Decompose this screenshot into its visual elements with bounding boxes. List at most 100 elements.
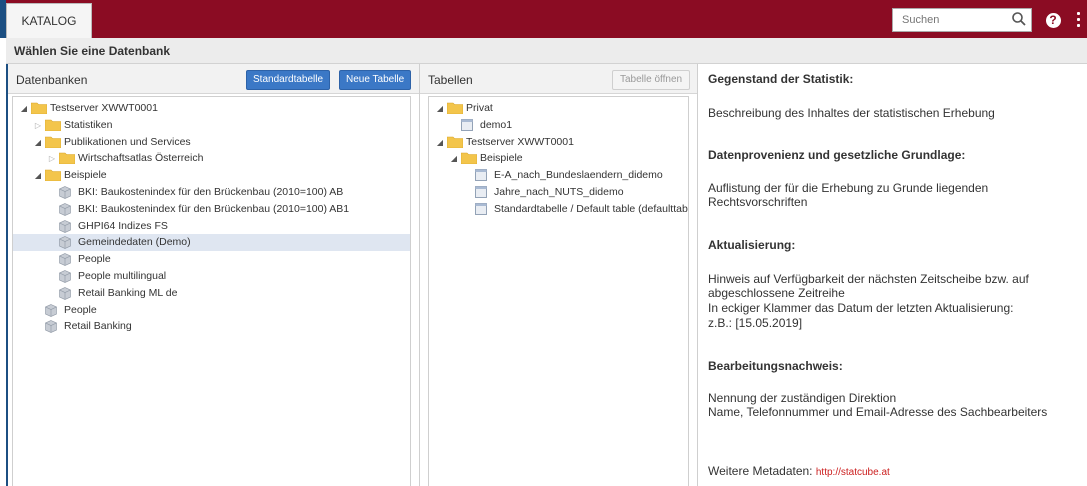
menu-dots-icon[interactable] bbox=[1077, 12, 1081, 28]
tree-item[interactable]: ◢ Testserver XWWT0001 bbox=[429, 134, 688, 151]
tree-item-label: People multilingual bbox=[78, 270, 167, 282]
search-icon[interactable] bbox=[1011, 11, 1027, 27]
tree-item[interactable]: Gemeindedaten (Demo) bbox=[13, 234, 410, 252]
tree-item-label: Jahre_nach_NUTS_didemo bbox=[494, 186, 624, 198]
new-table-button[interactable]: Neue Tabelle bbox=[339, 70, 412, 90]
folder-icon bbox=[58, 152, 76, 167]
tree-item-label: Wirtschaftsatlas Österreich bbox=[78, 152, 204, 165]
tree-item[interactable]: People bbox=[13, 251, 410, 268]
open-table-button[interactable]: Tabelle öffnen bbox=[612, 70, 691, 90]
more-metadata-line: Weitere Metadaten: http://statcube.at bbox=[708, 464, 890, 480]
tree-item-label: Standardtabelle / Default table (default… bbox=[494, 202, 688, 215]
tree-item[interactable]: BKI: Baukostenindex für den Brückenbau (… bbox=[13, 184, 410, 201]
collapse-arrow-icon[interactable]: ◢ bbox=[435, 134, 445, 151]
tree-item-label: People bbox=[64, 303, 97, 316]
databases-title: Datenbanken bbox=[16, 73, 88, 87]
table-icon bbox=[475, 202, 487, 218]
metadata-pane: Gegenstand der Statistik: Beschreibung d… bbox=[698, 64, 1087, 486]
collapse-arrow-icon[interactable]: ◢ bbox=[33, 167, 43, 184]
tree-item[interactable]: Standardtabelle / Default table (default… bbox=[429, 201, 688, 218]
database-tree: ◢ Testserver XWWT0001 ▷ Statistiken ◢ Publika… bbox=[12, 96, 411, 486]
collapse-arrow-icon[interactable]: ◢ bbox=[435, 100, 445, 117]
tree-item[interactable]: ◢ Publikationen und Services bbox=[13, 134, 410, 151]
folder-icon bbox=[44, 136, 62, 151]
databases-header: Datenbanken Standardtabelle Neue Tabelle bbox=[8, 64, 419, 94]
tables-header: Tabellen Tabelle öffnen bbox=[420, 64, 697, 94]
help-button[interactable]: ? bbox=[1041, 8, 1065, 32]
tree-item-label: Retail Banking ML de bbox=[78, 286, 178, 299]
tree-item-label: Testserver XWWT0001 bbox=[466, 135, 574, 148]
folder-icon bbox=[460, 152, 478, 167]
tree-item-label: Beispiele bbox=[64, 169, 107, 182]
top-bar: KATALOG ? bbox=[0, 0, 1087, 38]
folder-icon bbox=[30, 102, 48, 117]
tree-item[interactable]: ◢ Privat bbox=[429, 100, 688, 117]
tree-item-label: E-A_nach_Bundeslaendern_didemo bbox=[494, 169, 663, 182]
update-heading: Aktualisierung: bbox=[708, 238, 796, 252]
tree-item-label: Publikationen und Services bbox=[64, 135, 191, 148]
tree-item-label: Privat bbox=[466, 102, 493, 114]
folder-icon bbox=[44, 119, 62, 134]
table-icon bbox=[475, 169, 487, 184]
tree-item[interactable]: ▷ Statistiken bbox=[13, 117, 410, 134]
update-text-4: z.B.: [15.05.2019] bbox=[708, 316, 803, 330]
tree-item-label: demo1 bbox=[480, 118, 513, 131]
folder-icon bbox=[44, 169, 62, 184]
databases-panel: Datenbanken Standardtabelle Neue Tabelle… bbox=[8, 64, 420, 486]
expand-arrow-icon[interactable]: ▷ bbox=[33, 117, 43, 134]
tree-item[interactable]: ◢ Beispiele bbox=[13, 167, 410, 184]
standard-table-button[interactable]: Standardtabelle bbox=[246, 70, 331, 90]
help-icon: ? bbox=[1045, 12, 1061, 28]
cube-icon bbox=[45, 303, 57, 319]
cube-icon bbox=[59, 186, 71, 201]
folder-icon bbox=[446, 102, 464, 117]
more-metadata-link[interactable]: http://statcube.at bbox=[816, 467, 890, 478]
tree-item[interactable]: demo1 bbox=[429, 117, 688, 134]
collapse-arrow-icon[interactable]: ◢ bbox=[19, 100, 29, 117]
tree-item[interactable]: BKI: Baukostenindex für den Brückenbau (… bbox=[13, 201, 410, 218]
tree-item-label: BKI: Baukostenindex für den Brückenbau (… bbox=[78, 186, 344, 198]
tree-item-label: Statistiken bbox=[64, 118, 113, 131]
tree-item-label: Beispiele bbox=[480, 152, 523, 165]
processing-text-1: Nennung der zuständigen Direktion bbox=[708, 391, 897, 405]
cube-icon bbox=[59, 202, 71, 218]
update-text-3: In eckiger Klammer das Datum der letzten… bbox=[708, 301, 1014, 315]
tree-item[interactable]: ◢ Beispiele bbox=[429, 150, 688, 167]
tables-title: Tabellen bbox=[428, 73, 473, 87]
tree-item[interactable]: GHPI64 Indizes FS bbox=[13, 218, 410, 235]
tree-item-label: Gemeindedaten (Demo) bbox=[78, 236, 191, 249]
subject-text: Beschreibung des Inhaltes der statistisc… bbox=[708, 106, 995, 120]
subject-heading: Gegenstand der Statistik: bbox=[708, 72, 854, 86]
tree-item[interactable]: People multilingual bbox=[13, 268, 410, 285]
tree-item[interactable]: E-A_nach_Bundeslaendern_didemo bbox=[429, 167, 688, 184]
cube-icon bbox=[59, 236, 71, 251]
table-tree: ◢ Privat demo1 ◢ Testserver XWWT0001 ◢ Beispie… bbox=[428, 96, 689, 486]
collapse-arrow-icon[interactable]: ◢ bbox=[33, 134, 43, 151]
page-title: Wählen Sie eine Datenbank bbox=[6, 38, 1087, 64]
tab-katalog[interactable]: KATALOG bbox=[6, 3, 92, 38]
collapse-arrow-icon[interactable]: ◢ bbox=[449, 150, 459, 167]
tree-item[interactable]: ▷ Wirtschaftsatlas Österreich bbox=[13, 150, 410, 167]
tables-panel: Tabellen Tabelle öffnen ◢ Privat demo1 ◢ Tes… bbox=[420, 64, 698, 486]
more-metadata-label: Weitere Metadaten: bbox=[708, 464, 813, 478]
tree-item[interactable]: Retail Banking ML de bbox=[13, 285, 410, 302]
tree-item[interactable]: People bbox=[13, 302, 410, 319]
folder-icon bbox=[446, 136, 464, 151]
cube-icon bbox=[59, 253, 71, 268]
tree-item[interactable]: Jahre_nach_NUTS_didemo bbox=[429, 184, 688, 201]
provenance-text-2: Rechtsvorschriften bbox=[708, 195, 808, 209]
tree-item[interactable]: Retail Banking bbox=[13, 318, 410, 335]
expand-arrow-icon[interactable]: ▷ bbox=[47, 150, 57, 167]
table-icon bbox=[461, 118, 473, 134]
cube-icon bbox=[59, 219, 71, 235]
tree-item-label: GHPI64 Indizes FS bbox=[78, 219, 168, 232]
tree-item-label: BKI: Baukostenindex für den Brückenbau (… bbox=[78, 202, 350, 215]
cube-icon bbox=[45, 320, 57, 335]
processing-text-2: Name, Telefonnummer und Email-Adresse de… bbox=[708, 405, 1048, 419]
provenance-text-1: Auflistung der für die Erhebung zu Grund… bbox=[708, 181, 989, 195]
update-text-1: Hinweis auf Verfügbarkeit der nächsten Z… bbox=[708, 272, 1029, 286]
tree-item[interactable]: ◢ Testserver XWWT0001 bbox=[13, 100, 410, 117]
provenance-heading: Datenprovenienz und gesetzliche Grundlag… bbox=[708, 148, 966, 162]
tree-item-label: Testserver XWWT0001 bbox=[50, 102, 158, 114]
update-text-2: abgeschlossene Zeitreihe bbox=[708, 286, 845, 300]
